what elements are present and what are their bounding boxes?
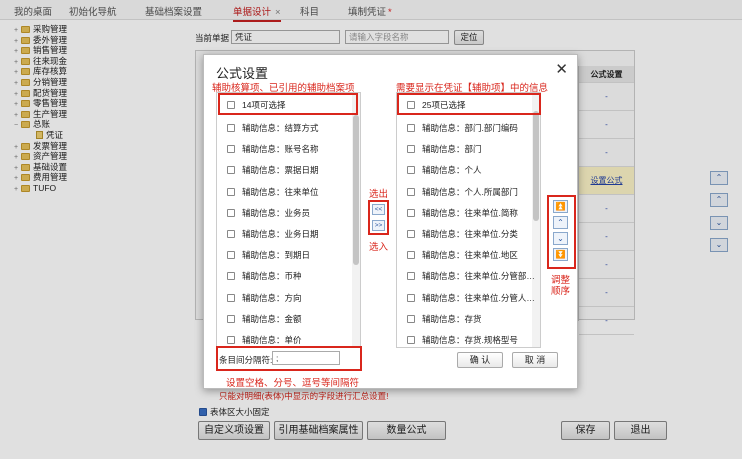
checkbox-icon[interactable] bbox=[407, 251, 415, 260]
list-item[interactable]: 辅助信息：账号名称 bbox=[227, 141, 319, 157]
list-item[interactable]: 辅助信息：部门 bbox=[407, 141, 482, 157]
checkbox-icon[interactable] bbox=[407, 145, 415, 154]
list-item[interactable]: 辅助信息：票据日期 bbox=[227, 162, 319, 178]
separator-input[interactable]: ; bbox=[272, 351, 340, 365]
right-scrollbar[interactable] bbox=[532, 93, 540, 347]
list-item[interactable]: 辅助信息：往来单位.简称 bbox=[407, 205, 518, 221]
checkbox-icon[interactable] bbox=[407, 314, 415, 323]
list-item[interactable]: 辅助信息：币种 bbox=[227, 268, 302, 284]
order-up-icon[interactable]: ⌃ bbox=[553, 216, 568, 229]
list-item[interactable]: 辅助信息：往来单位 bbox=[227, 184, 319, 200]
checkbox-icon[interactable] bbox=[407, 230, 415, 238]
checkbox-icon[interactable] bbox=[407, 187, 415, 196]
checkbox-icon[interactable] bbox=[227, 314, 235, 323]
list-item[interactable]: 辅助信息：往来单位.分管部… bbox=[407, 268, 535, 284]
list-item[interactable]: 辅助信息：个人.所属部门 bbox=[407, 184, 518, 200]
list-item[interactable]: 辅助信息：业务日期 bbox=[227, 226, 319, 242]
checkbox-icon[interactable] bbox=[407, 124, 415, 132]
checkbox-icon[interactable] bbox=[227, 145, 235, 154]
list-item-label: 辅助信息：账号名称 bbox=[242, 144, 319, 155]
list-item-label: 辅助信息：个人 bbox=[422, 165, 482, 176]
list-item-label: 辅助信息：部门.部门编码 bbox=[422, 123, 518, 133]
selected-list[interactable]: 25项已选择 辅助信息：部门.部门编码 辅助信息：部门 辅助信息：个人 辅助信息：个人.… bbox=[396, 92, 541, 348]
separator-label: 条目间分隔符: bbox=[219, 355, 273, 365]
highlight-left-header bbox=[218, 93, 358, 115]
list-item-label: 辅助信息：方向 bbox=[242, 292, 302, 303]
highlight-right-header bbox=[397, 93, 541, 115]
annotation-separator: 设置空格、分号、逗号等间隔符 bbox=[226, 378, 360, 389]
checkbox-icon[interactable] bbox=[407, 166, 415, 175]
list-item-label: 辅助信息：存货.规格型号 bbox=[422, 335, 518, 345]
list-item-label: 辅助信息：业务日期 bbox=[242, 229, 319, 239]
list-item-label: 辅助信息：往来单位 bbox=[242, 186, 319, 197]
annotation-order: 调整 顺序 bbox=[551, 275, 571, 297]
checkbox-icon[interactable] bbox=[227, 251, 235, 260]
list-item[interactable]: 辅助信息：往来单位.分管人… bbox=[407, 290, 535, 306]
list-item-label: 辅助信息：金额 bbox=[242, 313, 302, 324]
order-bottom-icon[interactable]: ⏬ bbox=[553, 248, 568, 261]
list-item-label: 辅助信息：往来单位.简称 bbox=[422, 207, 518, 218]
list-item[interactable]: 辅助信息：到期日 bbox=[227, 247, 310, 263]
list-item-label: 辅助信息：往来单位.分管人… bbox=[422, 292, 535, 303]
annotation-move-out: 选出 bbox=[369, 189, 389, 200]
checkbox-icon[interactable] bbox=[227, 187, 235, 196]
checkbox-icon[interactable] bbox=[407, 208, 415, 217]
checkbox-icon[interactable] bbox=[227, 230, 235, 238]
list-item[interactable]: 辅助信息：方向 bbox=[227, 290, 302, 306]
checkbox-icon[interactable] bbox=[227, 208, 235, 217]
list-item-label: 辅助信息：单价 bbox=[242, 335, 302, 345]
left-scrollbar[interactable] bbox=[352, 93, 360, 347]
right-scroll-thumb[interactable] bbox=[533, 111, 539, 221]
checkbox-icon[interactable] bbox=[407, 293, 415, 302]
list-item[interactable]: 辅助信息：结算方式 bbox=[227, 120, 319, 136]
confirm-button[interactable]: 确 认 bbox=[457, 352, 503, 368]
list-item-label: 辅助信息：业务员 bbox=[242, 207, 311, 218]
list-item[interactable]: 辅助信息：往来单位.地区 bbox=[407, 247, 518, 263]
left-scroll-thumb[interactable] bbox=[353, 115, 359, 265]
list-item-label: 辅助信息：往来单位.分类 bbox=[422, 229, 518, 239]
available-list[interactable]: 14项可选择 辅助信息：结算方式 辅助信息：账号名称 辅助信息：票据日期 辅助信息：往来… bbox=[216, 92, 361, 348]
list-item-label: 辅助信息：票据日期 bbox=[242, 165, 319, 176]
checkbox-icon[interactable] bbox=[227, 293, 235, 302]
close-icon[interactable]: ✕ bbox=[555, 60, 568, 78]
order-down-icon[interactable]: ⌄ bbox=[553, 232, 568, 245]
list-item-label: 辅助信息：部门 bbox=[422, 144, 482, 155]
list-item[interactable]: 辅助信息：部门.部门编码 bbox=[407, 120, 518, 136]
list-item-label: 辅助信息：往来单位.地区 bbox=[422, 250, 518, 261]
checkbox-icon[interactable] bbox=[227, 272, 235, 281]
list-item-label: 辅助信息：往来单位.分管部… bbox=[422, 271, 535, 282]
list-item-label: 辅助信息：存货 bbox=[422, 313, 482, 324]
checkbox-icon[interactable] bbox=[407, 336, 415, 344]
annotation-move-in: 选入 bbox=[369, 242, 389, 253]
list-item-label: 辅助信息：结算方式 bbox=[242, 123, 319, 133]
list-item[interactable]: 辅助信息：存货 bbox=[407, 311, 482, 327]
move-right-button[interactable]: >> bbox=[372, 220, 385, 231]
list-item-label: 辅助信息：个人.所属部门 bbox=[422, 186, 518, 197]
list-item[interactable]: 辅助信息：往来单位.分类 bbox=[407, 226, 518, 242]
checkbox-icon[interactable] bbox=[407, 272, 415, 281]
checkbox-icon[interactable] bbox=[227, 124, 235, 132]
list-item-label: 辅助信息：币种 bbox=[242, 271, 302, 282]
move-left-button[interactable]: << bbox=[372, 204, 385, 215]
list-item[interactable]: 辅助信息：个人 bbox=[407, 162, 482, 178]
order-top-icon[interactable]: ⏫ bbox=[553, 200, 568, 213]
checkbox-icon[interactable] bbox=[227, 336, 235, 344]
list-item[interactable]: 辅助信息：业务员 bbox=[227, 205, 310, 221]
formula-dialog: 公式设置 ✕ 辅助核算项、已引用的辅助档案项 需要显示在凭证【辅助项】中的信息 … bbox=[203, 54, 578, 389]
list-item-label: 辅助信息：到期日 bbox=[242, 250, 311, 261]
cancel-button[interactable]: 取 消 bbox=[512, 352, 558, 368]
list-item[interactable]: 辅助信息：金额 bbox=[227, 311, 302, 327]
list-item[interactable]: 辅助信息：存货.规格型号 bbox=[407, 332, 518, 347]
checkbox-icon[interactable] bbox=[227, 166, 235, 175]
